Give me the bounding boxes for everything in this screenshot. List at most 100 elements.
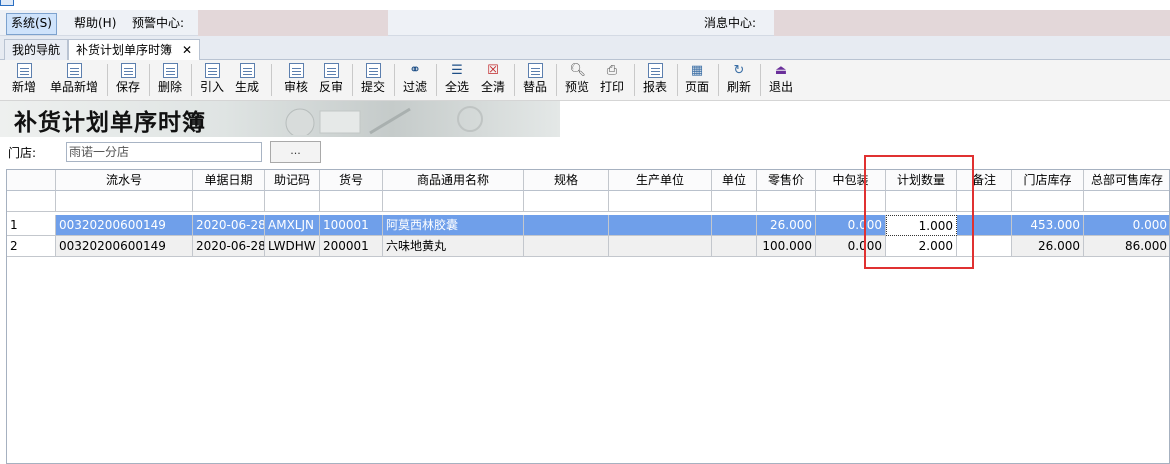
- column-header-date[interactable]: 单据日期: [193, 170, 265, 191]
- toolbar-separator: [191, 64, 192, 96]
- select-all-button[interactable]: ☰ 全选: [443, 61, 471, 99]
- clear-all-button[interactable]: ☒ 全清: [479, 61, 507, 99]
- cell-mnemonic: LWDHW: [265, 236, 320, 257]
- page-button[interactable]: ▦ 页面: [683, 61, 711, 99]
- column-header-item-no[interactable]: 货号: [320, 170, 383, 191]
- report-button[interactable]: 报表: [641, 61, 669, 99]
- cell-generic-name: 阿莫西林胶囊: [383, 215, 524, 236]
- cell-date: 2020-06-28: [193, 236, 265, 257]
- column-header-store-stock[interactable]: 门店库存: [1012, 170, 1084, 191]
- column-header-serial[interactable]: 流水号: [56, 170, 193, 191]
- tab-label: 补货计划单序时簿: [76, 43, 173, 57]
- message-center-panel[interactable]: [774, 10, 1170, 36]
- filter-cell[interactable]: [320, 191, 383, 212]
- close-icon[interactable]: ✕: [182, 43, 192, 57]
- save-icon: [120, 63, 136, 78]
- tab-my-navigation[interactable]: 我的导航: [4, 39, 69, 61]
- filter-cell[interactable]: [1012, 191, 1084, 212]
- toolbar: 新增 单品新增 保存 删除 引入 生成 审核 反审 提交 ⚭ 过滤 ☰ 全选 ☒ 全清…: [0, 60, 1170, 101]
- printer-icon: ⎙: [606, 63, 618, 78]
- toolbar-separator: [718, 64, 719, 96]
- exit-icon: ⏏: [774, 63, 788, 78]
- toolbar-separator: [394, 64, 395, 96]
- column-header-generic-name[interactable]: 商品通用名称: [383, 170, 524, 191]
- filter-cell[interactable]: [524, 191, 609, 212]
- filter-button[interactable]: ⚭ 过滤: [401, 61, 429, 99]
- column-header-spec[interactable]: 规格: [524, 170, 609, 191]
- cell-manufacturer: [609, 215, 712, 236]
- clear-all-icon: ☒: [487, 63, 499, 78]
- cell-hq-stock: 86.000: [1084, 236, 1169, 257]
- refresh-icon: ↻: [733, 63, 745, 78]
- column-header-retail-price[interactable]: 零售价: [757, 170, 816, 191]
- tab-replenishment-plan[interactable]: 补货计划单序时簿 ✕: [68, 39, 201, 62]
- toolbar-separator: [760, 64, 761, 96]
- cell-item-no: 100001: [320, 215, 383, 236]
- submit-button[interactable]: 提交: [359, 61, 387, 99]
- print-button[interactable]: ⎙ 打印: [598, 61, 626, 99]
- cell-generic-name: 六味地黄丸: [383, 236, 524, 257]
- generate-button[interactable]: 生成: [233, 61, 261, 99]
- cell-spec: [524, 215, 609, 236]
- column-header-mnemonic[interactable]: 助记码: [265, 170, 320, 191]
- filter-cell[interactable]: [712, 191, 757, 212]
- filter-cell[interactable]: [383, 191, 524, 212]
- cell-unit: [712, 236, 757, 257]
- filter-cell[interactable]: [7, 191, 56, 212]
- row-number: 2: [7, 236, 56, 257]
- page-title: 补货计划单序时簿: [14, 109, 206, 136]
- new-button[interactable]: 新增: [10, 61, 38, 99]
- menu-system[interactable]: 系统(S): [6, 13, 57, 35]
- page-banner: 补货计划单序时簿: [0, 101, 560, 137]
- preview-icon: 🔍︎: [569, 63, 587, 78]
- filter-cell[interactable]: [609, 191, 712, 212]
- document-icon: [16, 63, 32, 78]
- substitute-button[interactable]: 替品: [521, 61, 549, 99]
- message-center-label: 消息中心:: [704, 16, 757, 30]
- document-icon: [66, 63, 82, 78]
- unapprove-button[interactable]: 反审: [317, 61, 345, 99]
- filter-cell[interactable]: [757, 191, 816, 212]
- import-icon: [204, 63, 220, 78]
- filter-cell[interactable]: [193, 191, 265, 212]
- title-strip: [0, 0, 1170, 10]
- column-header-unit[interactable]: 单位: [712, 170, 757, 191]
- row-number: 1: [7, 215, 56, 236]
- filter-cell[interactable]: [56, 191, 193, 212]
- column-header-manufacturer[interactable]: 生产单位: [609, 170, 712, 191]
- save-button[interactable]: 保存: [114, 61, 142, 99]
- table-row[interactable]: 2 00320200600149 2020-06-28 LWDHW 200001…: [7, 236, 1169, 257]
- filter-cell[interactable]: [1084, 191, 1169, 212]
- cell-serial: 00320200600149: [56, 236, 193, 257]
- toolbar-separator: [677, 64, 678, 96]
- store-field[interactable]: 雨诺一分店: [66, 142, 262, 162]
- tab-label: 我的导航: [12, 43, 61, 57]
- tab-bar: 我的导航 补货计划单序时簿 ✕: [0, 36, 1170, 62]
- substitute-icon: [527, 63, 543, 78]
- warning-center-label: 预警中心:: [132, 16, 185, 30]
- toolbar-separator: [352, 64, 353, 96]
- page-icon: ▦: [690, 63, 704, 78]
- cell-retail-price: 100.000: [757, 236, 816, 257]
- cell-manufacturer: [609, 236, 712, 257]
- grid-header: 流水号 单据日期 助记码 货号 商品通用名称 规格 生产单位 单位 零售价 中包…: [7, 170, 1169, 191]
- exit-button[interactable]: ⏏ 退出: [767, 61, 795, 99]
- column-header-rownum[interactable]: [7, 170, 56, 191]
- import-button[interactable]: 引入: [198, 61, 226, 99]
- preview-button[interactable]: 🔍︎ 预览: [563, 61, 591, 99]
- table-row[interactable]: 1 00320200600149 2020-06-28 AMXLJN 10000…: [7, 215, 1169, 236]
- column-header-hq-stock[interactable]: 总部可售库存: [1084, 170, 1169, 191]
- toolbar-separator: [436, 64, 437, 96]
- store-browse-button[interactable]: ...: [270, 141, 321, 163]
- cell-serial: 00320200600149: [56, 215, 193, 236]
- filter-cell[interactable]: [265, 191, 320, 212]
- select-all-icon: ☰: [451, 63, 463, 78]
- cell-unit: [712, 215, 757, 236]
- refresh-button[interactable]: ↻ 刷新: [725, 61, 753, 99]
- menu-help[interactable]: 帮助(H): [70, 13, 120, 33]
- new-single-item-button[interactable]: 单品新增: [48, 61, 100, 99]
- approve-button[interactable]: 审核: [282, 61, 310, 99]
- warning-center-panel[interactable]: [198, 10, 388, 36]
- toolbar-separator: [271, 64, 272, 96]
- delete-button[interactable]: 删除: [156, 61, 184, 99]
